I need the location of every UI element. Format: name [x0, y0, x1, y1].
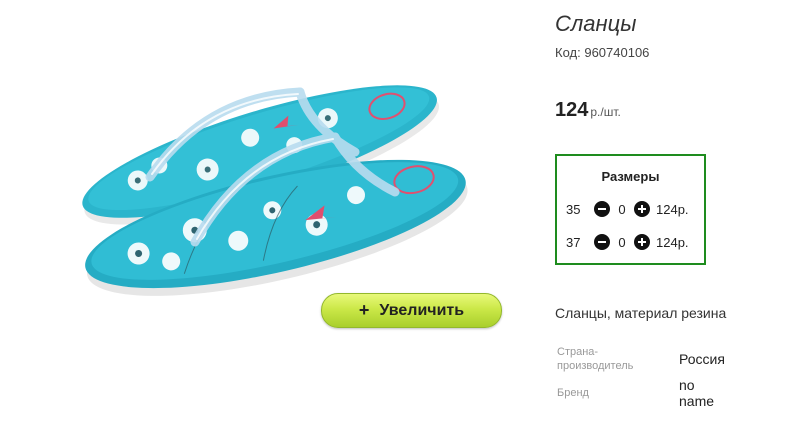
product-title: Сланцы	[555, 11, 637, 36]
size-price: 124р.	[656, 234, 689, 250]
minus-icon[interactable]	[594, 201, 610, 217]
zoom-button-label: Увеличить	[379, 301, 465, 319]
plus-icon[interactable]	[634, 201, 650, 217]
quantity-value: 0	[618, 234, 626, 250]
attribute-value-country: Россия	[679, 351, 725, 367]
code-value: 960740106	[584, 45, 650, 60]
product-description: Сланцы, материал резина	[555, 305, 727, 321]
size-row: 35 0 124р.	[566, 200, 689, 218]
size-value: 37	[566, 234, 581, 250]
size-value: 35	[566, 201, 581, 217]
product-code: Код: 960740106	[555, 45, 649, 60]
product-image[interactable]	[55, 42, 505, 312]
product-image-area: + Увеличить	[0, 0, 530, 431]
attribute-label-country: Страна-производитель	[557, 346, 634, 372]
minus-icon[interactable]	[594, 234, 610, 250]
code-label: Код:	[555, 45, 581, 60]
attribute-label-brand: Бренд	[557, 387, 589, 399]
sizes-title: Размеры	[601, 169, 660, 184]
quantity-value: 0	[618, 201, 626, 217]
price-value: 124	[555, 99, 589, 121]
sizes-panel: Размеры 35 0 124р. 37 0 124р.	[555, 154, 706, 265]
zoom-button[interactable]: + Увеличить	[321, 293, 502, 328]
plus-icon: +	[358, 300, 370, 320]
plus-icon[interactable]	[634, 234, 650, 250]
attribute-value-brand: no name	[679, 377, 715, 409]
size-price: 124р.	[656, 201, 689, 217]
product-price: 124 р./шт.	[555, 99, 621, 122]
price-unit: р./шт.	[590, 105, 621, 119]
size-row: 37 0 124р.	[566, 233, 689, 251]
